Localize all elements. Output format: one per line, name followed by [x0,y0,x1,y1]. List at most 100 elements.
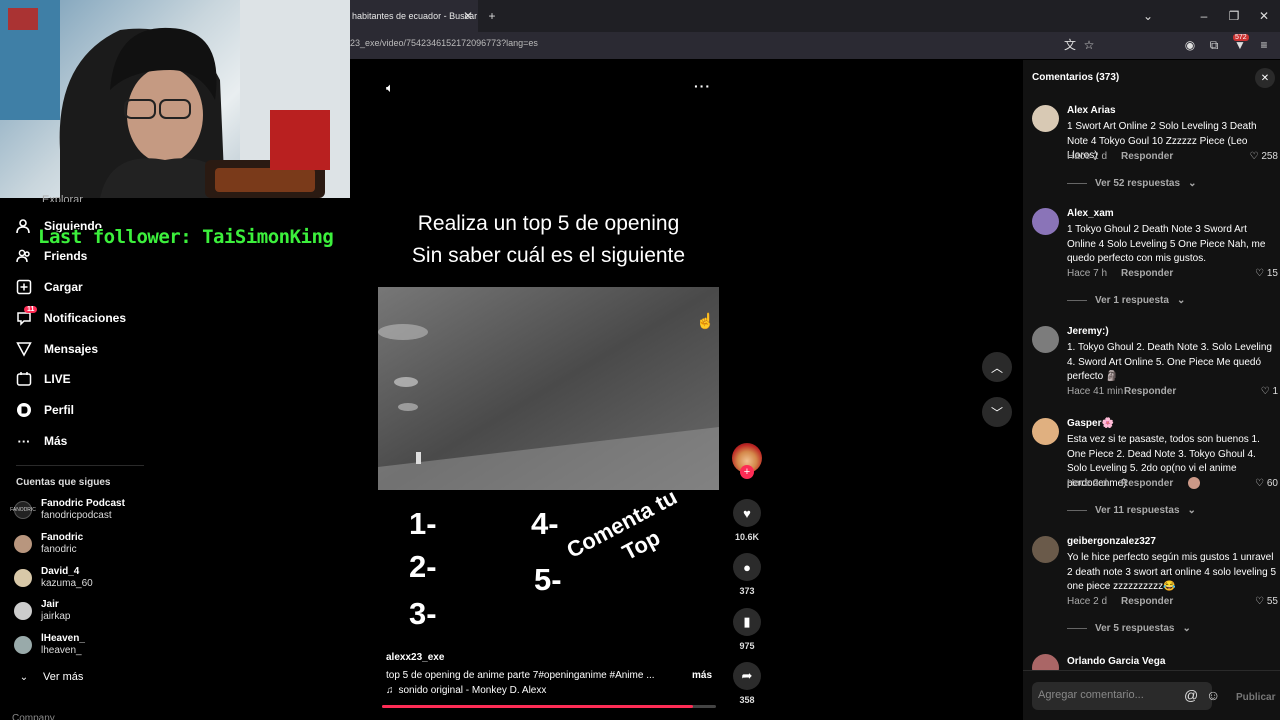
follow-plus-icon[interactable]: + [740,465,754,479]
sidebar-item-label: LIVE [44,372,71,386]
previous-video-button[interactable]: ︿ [982,352,1012,382]
friends-icon [16,248,32,264]
emoji-icon[interactable]: ☺ [1206,687,1220,703]
account-icon[interactable]: ◉ [1182,38,1198,52]
comment-like-button[interactable]: ♡ 1 [1261,386,1278,397]
sidebar-item-messages[interactable]: Mensajes [16,341,98,357]
comment-like-button[interactable]: ♡ 60 [1255,478,1278,489]
more-description-button[interactable]: más [692,670,712,681]
following-account[interactable]: Fanodric fanodric [14,532,83,556]
translate-icon[interactable]: 文 [1062,38,1078,52]
account-name: Jair [41,599,59,610]
avatar [14,535,32,553]
comment-like-count: 60 [1266,478,1278,489]
avatar[interactable] [1032,418,1059,445]
avatar[interactable] [1032,208,1059,235]
view-replies-label: Ver 11 respuestas [1095,505,1180,516]
reply-button[interactable]: Responder [1121,151,1173,162]
rank-number: 4- [531,506,559,541]
reply-button[interactable]: Responder [1121,268,1173,279]
url-text[interactable]: 23_exe/video/7542346152172096773?lang=es [350,38,538,48]
comment-time: Hace 2 d [1067,596,1108,607]
company-link[interactable]: Company [12,713,55,720]
share-button[interactable]: ➦ 358 [733,662,761,705]
bookmark-star-icon[interactable]: ☆ [1081,38,1097,52]
restore-icon[interactable]: ❐ [1226,9,1242,23]
author-avatar-button[interactable]: + [732,443,762,479]
comment-like-button[interactable]: ♡ 55 [1255,596,1278,607]
menu-icon[interactable]: ≡ [1256,38,1272,52]
comment-button[interactable]: ● 373 [733,553,761,596]
heart-icon: ♥ [733,499,761,527]
like-count: 10.6K [734,532,760,542]
sidebar-item-label: Cargar [44,280,83,294]
comment-user[interactable]: geibergonzalez327 [1067,536,1156,547]
reply-button[interactable]: Responder [1124,386,1176,397]
more-options-icon[interactable]: ··· [694,78,711,94]
extensions-icon[interactable]: ⧉ [1206,38,1222,52]
close-comments-button[interactable]: ✕ [1255,68,1275,88]
close-tab-icon[interactable]: ✕ [460,9,476,23]
reply-button[interactable]: Responder [1121,596,1173,607]
avatar[interactable] [1032,536,1059,563]
account-handle: fanodric [41,544,77,555]
view-replies-button[interactable]: Ver 1 respuesta ⌄ [1067,295,1185,306]
chevron-down-icon[interactable]: ⌄ [1140,9,1156,23]
sidebar-item-label: Notificaciones [44,311,127,325]
close-window-icon[interactable]: ✕ [1256,9,1272,23]
comment-text: 1 Tokyo Ghoul 2 Death Note 3 Sword Art O… [1067,224,1266,264]
sidebar-item-live[interactable]: LIVE [16,371,71,387]
comment-like-button[interactable]: ♡ 15 [1255,268,1278,279]
save-button[interactable]: ▮ 975 [733,608,761,651]
webcam-image [0,0,350,198]
account-name: Fanodric [41,532,84,543]
comment-user[interactable]: Gasper🌸 [1067,418,1114,429]
volume-icon[interactable]: 🔈︎ [386,80,394,96]
publish-button[interactable]: Publicar [1236,692,1275,703]
comment-like-button[interactable]: ♡ 258 [1250,151,1278,162]
webcam-feed [0,0,350,198]
following-account[interactable]: Jair jairkap [14,599,70,623]
video-author[interactable]: alexx23_exe [386,652,444,663]
view-replies-button[interactable]: Ver 11 respuestas ⌄ [1067,505,1196,516]
following-account[interactable]: FANODRIC Fanodric Podcast fanodricpodcast [10,498,125,522]
comment-user[interactable]: Jeremy:) [1067,326,1109,337]
view-replies-label: Ver 52 respuestas [1095,178,1181,189]
reply-button[interactable]: Responder [1121,478,1173,489]
avatar[interactable] [1032,654,1059,670]
sidebar-item-friends[interactable]: Friends [16,248,87,264]
progress-track[interactable] [382,705,716,708]
see-more-button[interactable]: ⌄ Ver más [19,669,84,685]
sidebar-item-more[interactable]: ··· Más [16,433,68,449]
sound-info[interactable]: ♫ sonido original - Monkey D. Alexx [386,685,546,696]
new-tab-icon[interactable]: + [484,9,500,23]
avatar [14,602,32,620]
view-replies-button[interactable]: Ver 52 respuestas ⌄ [1067,178,1196,189]
chevron-down-icon: ﹀ [990,405,1003,420]
sidebar-item-profile[interactable]: Perfil [16,402,74,418]
heart-outline-icon: ♡ [1249,151,1262,162]
like-button[interactable]: ♥ 10.6K [733,499,761,542]
browser-tab[interactable]: habitantes de ecuador - Buscar [350,0,478,32]
messages-icon [16,341,32,357]
sidebar-item-upload[interactable]: Cargar [16,279,83,295]
comment-user[interactable]: Orlando Garcia Vega [1067,656,1165,667]
view-replies-button[interactable]: Ver 5 respuestas ⌄ [1067,623,1191,634]
mention-icon[interactable]: @ [1184,687,1198,703]
live-icon [16,371,32,387]
notification-badge: 11 [24,306,38,313]
comment-user[interactable]: Alex_xam [1067,208,1114,219]
comment-user[interactable]: Alex Arias [1067,105,1116,116]
following-account[interactable]: David_4 kazuma_60 [14,566,93,590]
save-count: 975 [739,641,755,651]
account-handle: fanodricpodcast [41,510,112,521]
avatar[interactable] [1032,105,1059,132]
comment-text: 1. Tokyo Ghoul 2. Death Note 3. Solo Lev… [1067,342,1272,382]
next-video-button[interactable]: ﹀ [982,397,1012,427]
avatar: FANODRIC [10,501,36,519]
comment-icon: ● [733,553,761,581]
following-account[interactable]: lHeaven_ lheaven_ [14,633,85,657]
minimize-icon[interactable]: – [1196,9,1212,23]
avatar[interactable] [1032,326,1059,353]
share-icon: ➦ [733,662,761,690]
